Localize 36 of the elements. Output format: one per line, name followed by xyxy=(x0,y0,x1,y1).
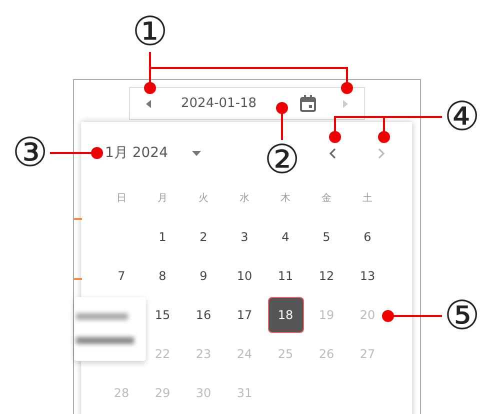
day-cell[interactable]: 13 xyxy=(350,258,386,294)
leader-line xyxy=(50,147,103,159)
weekday-label: 土 xyxy=(362,192,374,206)
day-cell[interactable]: 5 xyxy=(308,218,344,254)
day-cell[interactable]: 15 xyxy=(144,296,180,332)
day-cell[interactable]: 10 xyxy=(226,258,262,294)
day-cell[interactable]: 6 xyxy=(350,218,386,254)
day-cell[interactable]: 16 xyxy=(186,296,222,332)
leader-line xyxy=(382,310,442,322)
day-cell[interactable]: 12 xyxy=(308,258,344,294)
previous-day-icon[interactable] xyxy=(146,100,152,108)
edge-marker xyxy=(74,218,82,220)
weekday-label: 金 xyxy=(320,192,332,206)
weekday-label: 木 xyxy=(280,192,292,206)
day-cell[interactable]: 9 xyxy=(186,258,222,294)
day-cell[interactable]: 18 xyxy=(268,296,304,332)
day-cell[interactable]: 7 xyxy=(104,258,140,294)
weekday-label: 水 xyxy=(238,192,250,206)
date-picker-bar[interactable]: 2024-01-18 xyxy=(129,87,365,120)
day-cell[interactable]: 1 xyxy=(144,218,180,254)
caret-icon[interactable] xyxy=(192,150,201,156)
previous-month-icon[interactable] xyxy=(329,148,336,158)
leader-line xyxy=(276,102,288,140)
day-cell[interactable]: 17 xyxy=(226,296,262,332)
date-value: 2024-01-18 xyxy=(181,96,258,111)
month-year-label[interactable]: 1月 2024 xyxy=(105,144,168,162)
weekday-label: 月 xyxy=(156,192,168,206)
day-cell[interactable]: 2 xyxy=(186,218,222,254)
weekday-label: 日 xyxy=(116,192,128,206)
day-cell[interactable]: 3 xyxy=(226,218,262,254)
day-cell[interactable]: 4 xyxy=(268,218,304,254)
edge-marker xyxy=(74,278,82,280)
day-cell[interactable]: 8 xyxy=(144,258,180,294)
weekday-label: 火 xyxy=(198,192,210,206)
day-cell[interactable]: 11 xyxy=(268,258,304,294)
calendar-icon[interactable] xyxy=(300,95,316,112)
